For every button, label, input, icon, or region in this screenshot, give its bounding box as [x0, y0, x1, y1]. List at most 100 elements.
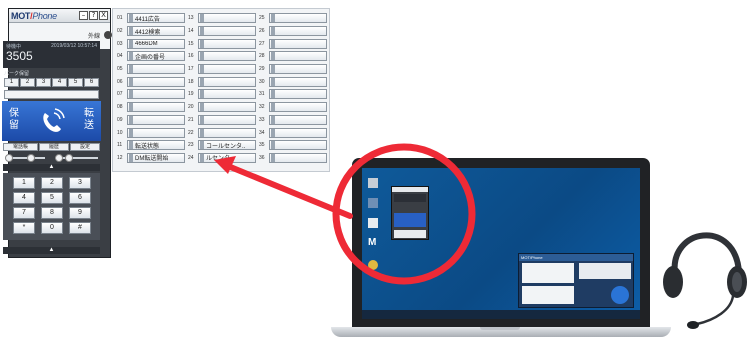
key-number: 26: [259, 28, 265, 35]
key-number: 36: [259, 154, 265, 161]
function-key-grid: 01 4411広告 02 4412検索 03 4666DM 04 企画の番号 05 06…: [112, 8, 330, 172]
grid-row: 22: [188, 126, 258, 139]
function-key[interactable]: [269, 76, 327, 87]
function-key[interactable]: [269, 152, 327, 163]
expand-panel-icon[interactable]: [104, 31, 112, 39]
grid-row: 20: [188, 101, 258, 114]
phonebook-button[interactable]: 電話帳: [3, 143, 38, 151]
function-key[interactable]: [127, 127, 185, 138]
key-2[interactable]: 2: [41, 177, 63, 189]
park-slot-1[interactable]: 1: [4, 78, 19, 87]
park-slot-2[interactable]: 2: [20, 78, 35, 87]
grid-column-3: 25 26 27 28 29 30 31 32 33 34 35 36: [259, 12, 329, 164]
function-key[interactable]: [127, 114, 185, 125]
function-key[interactable]: 4666DM: [127, 38, 185, 49]
key-number: 05: [117, 66, 123, 73]
key-6[interactable]: 6: [69, 192, 91, 204]
key-number: 19: [188, 91, 194, 98]
function-key[interactable]: [198, 64, 256, 75]
function-key[interactable]: [269, 64, 327, 75]
function-key[interactable]: [198, 26, 256, 37]
grid-row: 07: [117, 88, 187, 101]
speaker-volume-slider[interactable]: [65, 154, 73, 162]
close-button[interactable]: X: [99, 11, 108, 20]
park-slot-6[interactable]: 6: [84, 78, 99, 87]
park-slot-5[interactable]: 5: [68, 78, 83, 87]
function-key[interactable]: 転送状態: [127, 140, 185, 151]
function-key[interactable]: [198, 38, 256, 49]
mini-popup-title: MOT/Phone: [519, 254, 633, 261]
history-button[interactable]: 履歴: [39, 143, 69, 151]
key-4[interactable]: 4: [13, 192, 35, 204]
key-hash[interactable]: #: [69, 222, 91, 234]
m-app-icon: M: [368, 237, 377, 248]
key-number: 22: [188, 129, 194, 136]
key-number: 10: [117, 129, 123, 136]
function-key[interactable]: [198, 127, 256, 138]
key-number: 20: [188, 104, 194, 111]
function-key[interactable]: [127, 102, 185, 113]
keypad-footer-arrow[interactable]: ▲: [3, 247, 100, 254]
key-7[interactable]: 7: [13, 207, 35, 219]
function-key-label: DM転送開始: [135, 156, 169, 163]
function-key[interactable]: [269, 38, 327, 49]
speaker-icon: [55, 154, 63, 162]
function-key[interactable]: [127, 64, 185, 75]
park-slot-3[interactable]: 3: [36, 78, 51, 87]
function-key[interactable]: [269, 102, 327, 113]
function-key[interactable]: [198, 102, 256, 113]
grid-row: 19: [188, 88, 258, 101]
mot-phone-logo: MOT/Phone: [11, 10, 57, 21]
key-1[interactable]: 1: [13, 177, 35, 189]
function-key[interactable]: [127, 76, 185, 87]
function-key[interactable]: [198, 114, 256, 125]
grid-row: 12 DM転送開始: [117, 152, 187, 165]
function-key[interactable]: [198, 89, 256, 100]
function-key[interactable]: [269, 13, 327, 24]
function-key[interactable]: [269, 51, 327, 62]
grid-row: 05: [117, 63, 187, 76]
key-star[interactable]: *: [13, 222, 35, 234]
function-key[interactable]: [269, 127, 327, 138]
mic-volume-slider[interactable]: [27, 154, 35, 162]
handset-icon[interactable]: [38, 107, 66, 135]
grid-row: 29: [259, 63, 329, 76]
park-slot-4[interactable]: 4: [52, 78, 67, 87]
function-key[interactable]: [127, 89, 185, 100]
function-key[interactable]: [198, 76, 256, 87]
transfer-button[interactable]: 転送: [82, 108, 96, 132]
document-icon: [368, 218, 378, 228]
key-number: 33: [259, 116, 265, 123]
function-key[interactable]: [269, 26, 327, 37]
function-key[interactable]: [198, 13, 256, 24]
grid-row: 16: [188, 50, 258, 63]
function-key[interactable]: [269, 114, 327, 125]
dial-keypad: 1 2 3 4 5 6 7 8 9 * 0 #: [3, 173, 100, 240]
minimize-button[interactable]: –: [79, 11, 88, 20]
function-key[interactable]: 4412検索: [127, 26, 185, 37]
park-input-field[interactable]: [4, 90, 99, 99]
collapse-keypad-button[interactable]: ▲: [3, 164, 100, 171]
key-0[interactable]: 0: [41, 222, 63, 234]
key-5[interactable]: 5: [41, 192, 63, 204]
key-9[interactable]: 9: [69, 207, 91, 219]
park-slot-row: 1 2 3 4 5 6: [4, 78, 99, 87]
function-key[interactable]: [198, 51, 256, 62]
grid-row: 02 4412検索: [117, 25, 187, 38]
function-key[interactable]: 企画の番号: [127, 51, 185, 62]
function-key[interactable]: コールセンタ..: [198, 140, 256, 151]
grid-row: 23 コールセンタ..: [188, 139, 258, 152]
help-button[interactable]: ?: [89, 11, 98, 20]
hold-button[interactable]: 保留: [7, 108, 21, 132]
key-3[interactable]: 3: [69, 177, 91, 189]
grid-row: 03 4666DM: [117, 37, 187, 50]
key-8[interactable]: 8: [41, 207, 63, 219]
function-key[interactable]: [269, 140, 327, 151]
function-key[interactable]: ルセンタ..: [198, 152, 256, 163]
settings-button[interactable]: 設定: [70, 143, 100, 151]
key-number: 04: [117, 53, 123, 60]
function-key[interactable]: DM転送開始: [127, 152, 185, 163]
function-key[interactable]: [269, 89, 327, 100]
recycle-bin-icon: [368, 178, 378, 188]
function-key[interactable]: 4411広告: [127, 13, 185, 24]
